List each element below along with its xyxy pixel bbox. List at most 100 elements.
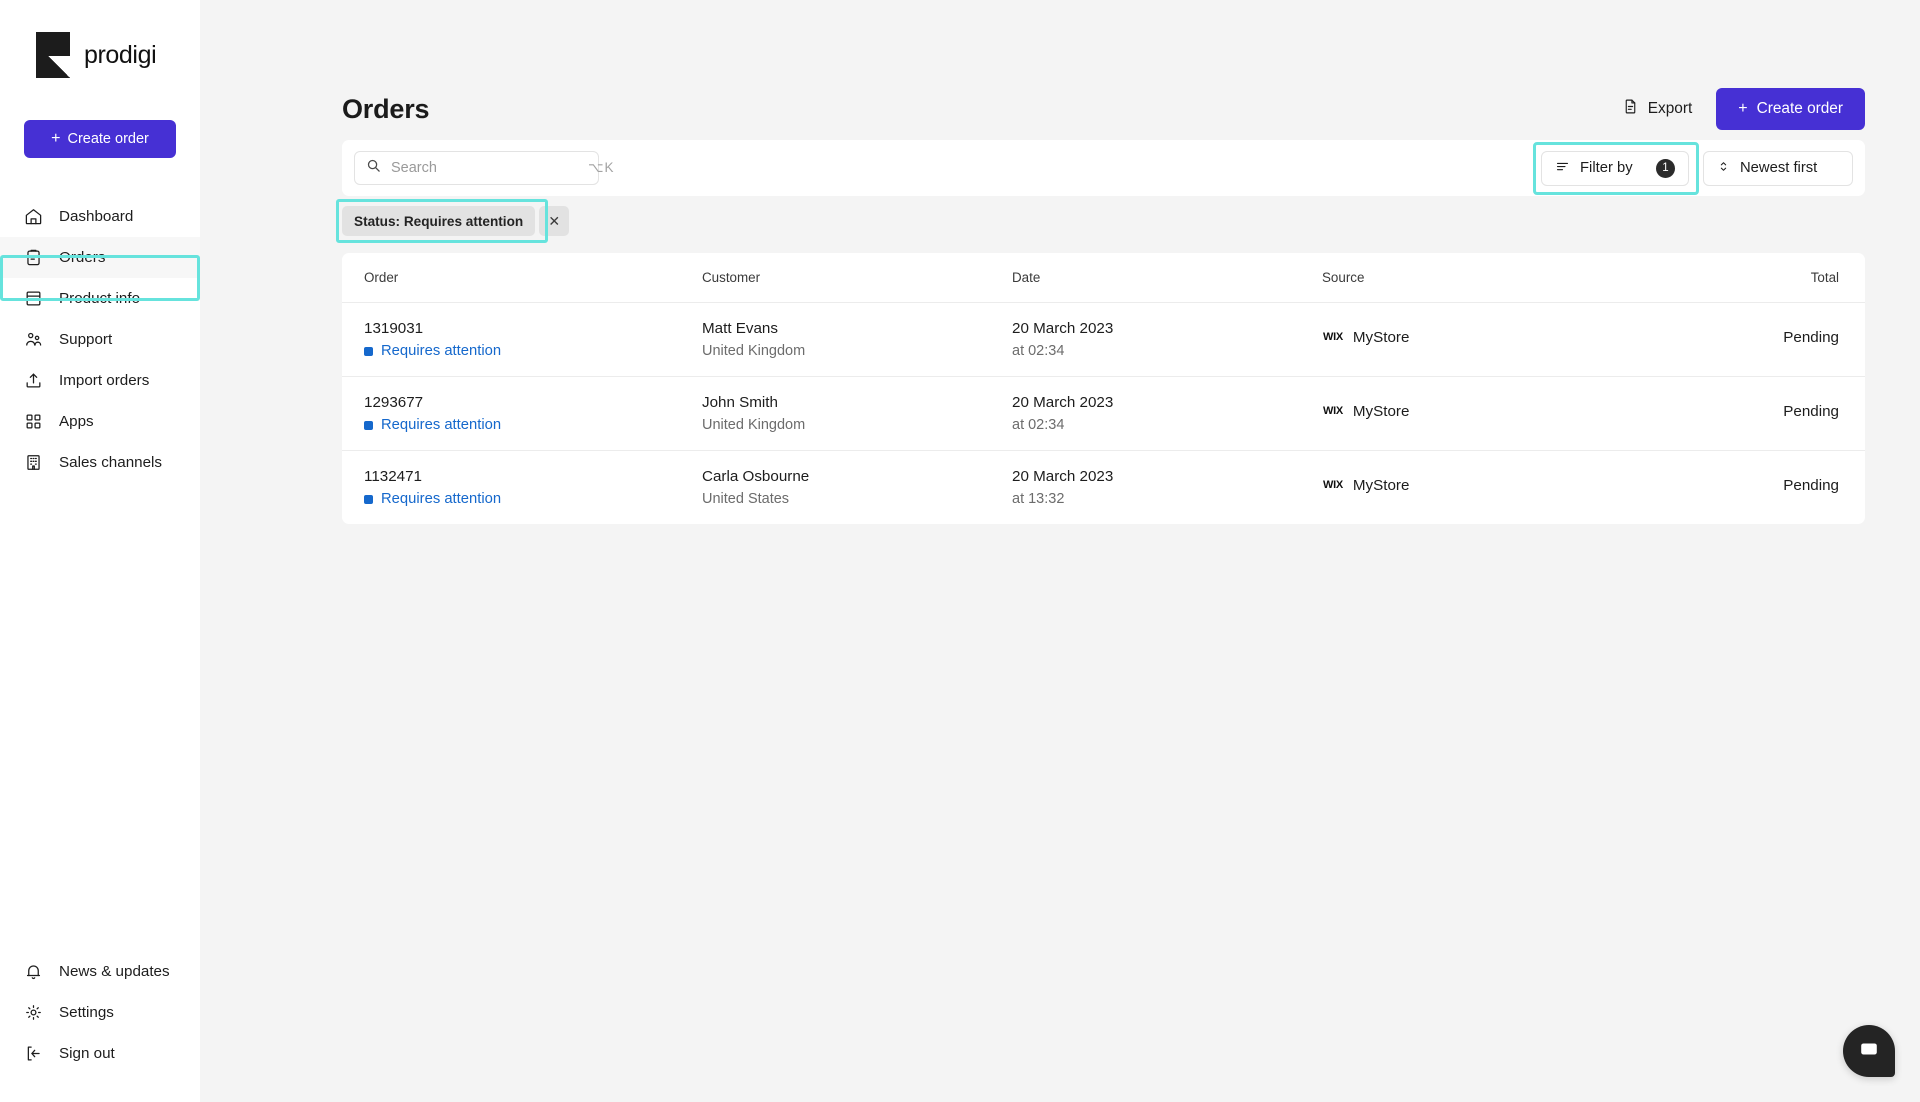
cell-customer: Matt Evans United Kingdom [702, 303, 1012, 377]
orders-table: Order Customer Date Source Total 1319031 [342, 253, 1865, 524]
order-date: 20 March 2023 [1012, 468, 1114, 485]
cell-total: Pending [1783, 477, 1839, 494]
sidebar-item-sales-channels[interactable]: Sales channels [0, 442, 200, 483]
table-row[interactable]: 1293677 Requires attention John Smith Un… [342, 377, 1865, 451]
sidebar-item-label: Apps [59, 413, 94, 430]
brand-name: prodigi [84, 40, 157, 69]
customer-country: United Kingdom [702, 417, 806, 433]
cell-total: Pending [1783, 329, 1839, 346]
status-dot-icon [364, 494, 373, 504]
document-icon [1622, 98, 1639, 120]
search-shortcut-hint: ⌥K [588, 160, 615, 175]
filter-chip-status[interactable]: Status: Requires attention [342, 206, 536, 236]
sidebar-item-dashboard[interactable]: Dashboard [0, 196, 200, 237]
export-button[interactable]: Export [1622, 98, 1692, 120]
search-input[interactable] [391, 160, 578, 176]
source-name: MyStore [1352, 477, 1410, 494]
table-row[interactable]: 1319031 Requires attention Matt Evans Un… [342, 303, 1865, 377]
order-status-label: Requires attention [381, 491, 502, 507]
cell-customer: John Smith United Kingdom [702, 377, 1012, 451]
orders-table-card: Order Customer Date Source Total 1319031 [342, 253, 1865, 524]
sidebar-nav-secondary: News & updates Settings Sign out [0, 951, 200, 1102]
page-title: Orders [342, 93, 430, 124]
plus-icon: + [1738, 100, 1748, 117]
order-status-link[interactable]: Requires attention [364, 343, 702, 359]
sidebar-item-label: Support [59, 331, 113, 348]
sidebar-item-news-updates[interactable]: News & updates [0, 951, 200, 992]
sidebar-item-settings[interactable]: Settings [0, 992, 200, 1033]
search-box[interactable]: ⌥K [354, 151, 614, 185]
bell-icon [24, 962, 43, 981]
upload-icon [24, 371, 43, 390]
sidebar: prodigi + Create order Dashboard Orders [0, 0, 200, 1102]
order-id[interactable]: 1319031 [364, 320, 702, 337]
chat-widget-button[interactable] [1843, 1025, 1895, 1077]
filter-count-badge: 1 [1656, 158, 1675, 178]
cell-source: WIX MyStore [1322, 451, 1705, 525]
sidebar-item-label: Sales channels [59, 454, 163, 471]
sidebar-item-label: Import orders [59, 372, 150, 389]
close-icon[interactable]: ✕ [539, 206, 570, 236]
create-order-button[interactable]: + Create order [1716, 88, 1865, 130]
orders-toolbar: ⌥K Filter by 1 [342, 140, 1865, 196]
sidebar-item-label: Product info [59, 290, 141, 307]
brand-logo[interactable]: prodigi [0, 0, 200, 78]
sidebar-create-order-label: Create order [67, 131, 149, 147]
column-header-source[interactable]: Source [1322, 253, 1705, 303]
sidebar-item-support[interactable]: Support [0, 319, 200, 360]
table-row[interactable]: 1132471 Requires attention Carla Osbourn… [342, 451, 1865, 525]
order-time: at 02:34 [1012, 417, 1065, 433]
sidebar-item-orders[interactable]: Orders [0, 237, 200, 278]
cell-order: 1132471 Requires attention [342, 451, 702, 525]
active-filters-row: Status: Requires attention ✕ [336, 199, 1865, 243]
column-header-customer[interactable]: Customer [702, 253, 1012, 303]
sidebar-item-apps[interactable]: Apps [0, 401, 200, 442]
order-date: 20 March 2023 [1012, 320, 1114, 337]
status-dot-icon [364, 420, 373, 430]
order-status-link[interactable]: Requires attention [364, 491, 702, 507]
order-id[interactable]: 1132471 [364, 468, 702, 485]
order-status-link[interactable]: Requires attention [364, 417, 702, 433]
sidebar-item-label: Sign out [59, 1045, 115, 1062]
sidebar-item-product-info[interactable]: Product info [0, 278, 200, 319]
column-header-total[interactable]: Total [1705, 253, 1865, 303]
filter-chip-group: Status: Requires attention ✕ [342, 206, 570, 236]
plus-icon: + [51, 130, 61, 147]
order-date: 20 March 2023 [1012, 394, 1114, 411]
column-header-order[interactable]: Order [342, 253, 702, 303]
column-header-date[interactable]: Date [1012, 253, 1322, 303]
filter-by-label: Filter by [1580, 160, 1633, 176]
order-id[interactable]: 1293677 [364, 394, 702, 411]
wix-logo-icon: WIX [1322, 404, 1344, 419]
sort-order-button[interactable]: Newest first [1703, 150, 1853, 186]
customer-name: Matt Evans [702, 320, 778, 337]
sidebar-nav-primary: Dashboard Orders Product info Support Im… [0, 196, 200, 483]
prodigi-logo-mark [36, 32, 70, 78]
toolbar-right-controls: Filter by 1 Newest first [1533, 141, 1853, 195]
sidebar-item-import-orders[interactable]: Import orders [0, 360, 200, 401]
sign-out-icon [24, 1044, 43, 1063]
archive-box-icon [24, 289, 43, 308]
header-actions: Export + Create order [1622, 88, 1865, 130]
sidebar-item-sign-out[interactable]: Sign out [0, 1033, 200, 1074]
building-icon [24, 453, 43, 472]
chat-bubble-icon [1858, 1038, 1880, 1065]
source-name: MyStore [1352, 329, 1410, 346]
order-time: at 13:32 [1012, 491, 1065, 507]
sidebar-create-order-button[interactable]: + Create order [24, 120, 176, 158]
sort-chevrons-icon [1717, 159, 1730, 178]
filter-lines-icon [1555, 159, 1570, 178]
source-name: MyStore [1352, 403, 1410, 420]
orders-table-head: Order Customer Date Source Total [342, 253, 1865, 303]
clipboard-icon [24, 248, 43, 267]
sidebar-item-label: Dashboard [59, 208, 134, 225]
main-content: Orders Export + Create order Search ⌥K F… [200, 0, 1920, 1102]
grid-squares-icon [24, 412, 43, 431]
page-header: Orders Export + Create order [200, 0, 1865, 140]
wix-logo-icon: WIX [1322, 478, 1344, 493]
filter-by-button[interactable]: Filter by 1 [1541, 150, 1689, 186]
order-status-label: Requires attention [381, 343, 502, 359]
cell-date: 20 March 2023 at 13:32 [1012, 451, 1322, 525]
users-icon [24, 330, 43, 349]
sort-order-label: Newest first [1740, 160, 1818, 176]
